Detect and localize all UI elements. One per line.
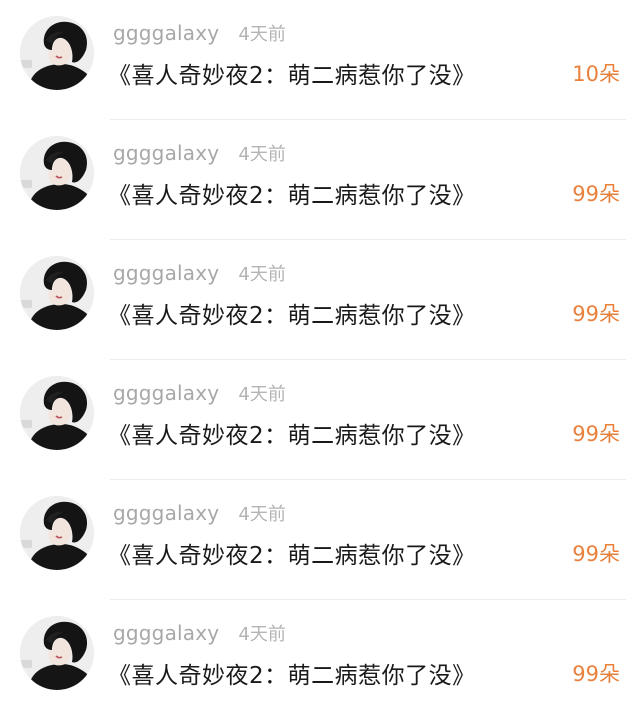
username[interactable]: ggggalaxy [113, 21, 219, 45]
flower-count: 99朵 [572, 182, 620, 206]
timestamp: 4天前 [238, 384, 286, 405]
timestamp: 4天前 [238, 624, 286, 645]
timestamp: 4天前 [238, 264, 286, 285]
username[interactable]: ggggalaxy [113, 261, 219, 285]
item-meta: ggggalaxy 4天前 [113, 380, 286, 408]
item-meta: ggggalaxy 4天前 [113, 140, 286, 168]
list-item[interactable]: ggggalaxy 4天前 《喜人奇妙夜2：萌二病惹你了没》 10朵 [0, 0, 640, 120]
avatar-icon [20, 616, 94, 690]
avatar-icon [20, 496, 94, 570]
item-meta: ggggalaxy 4天前 [113, 500, 286, 528]
timestamp: 4天前 [238, 504, 286, 525]
avatar-icon [20, 376, 94, 450]
program-title[interactable]: 《喜人奇妙夜2：萌二病惹你了没》 [108, 56, 476, 90]
program-title[interactable]: 《喜人奇妙夜2：萌二病惹你了没》 [108, 296, 476, 330]
avatar-icon [20, 16, 94, 90]
list-item[interactable]: ggggalaxy 4天前 《喜人奇妙夜2：萌二病惹你了没》 99朵 [0, 600, 640, 720]
item-meta: ggggalaxy 4天前 [113, 20, 286, 48]
flower-count: 99朵 [572, 542, 620, 566]
username[interactable]: ggggalaxy [113, 501, 219, 525]
username[interactable]: ggggalaxy [113, 381, 219, 405]
item-meta: ggggalaxy 4天前 [113, 620, 286, 648]
avatar[interactable] [20, 136, 94, 210]
flower-count: 99朵 [572, 662, 620, 686]
avatar[interactable] [20, 376, 94, 450]
avatar-icon [20, 136, 94, 210]
avatar[interactable] [20, 616, 94, 690]
program-title[interactable]: 《喜人奇妙夜2：萌二病惹你了没》 [108, 176, 476, 210]
avatar[interactable] [20, 256, 94, 330]
flower-count: 10朵 [572, 62, 620, 86]
list-item[interactable]: ggggalaxy 4天前 《喜人奇妙夜2：萌二病惹你了没》 99朵 [0, 360, 640, 480]
list-item[interactable]: ggggalaxy 4天前 《喜人奇妙夜2：萌二病惹你了没》 99朵 [0, 480, 640, 600]
username[interactable]: ggggalaxy [113, 621, 219, 645]
avatar-icon [20, 256, 94, 330]
timestamp: 4天前 [238, 24, 286, 45]
gift-record-list: ggggalaxy 4天前 《喜人奇妙夜2：萌二病惹你了没》 10朵 gggga… [0, 0, 640, 705]
item-meta: ggggalaxy 4天前 [113, 260, 286, 288]
list-item[interactable]: ggggalaxy 4天前 《喜人奇妙夜2：萌二病惹你了没》 99朵 [0, 120, 640, 240]
list-item[interactable]: ggggalaxy 4天前 《喜人奇妙夜2：萌二病惹你了没》 99朵 [0, 240, 640, 360]
program-title[interactable]: 《喜人奇妙夜2：萌二病惹你了没》 [108, 536, 476, 570]
timestamp: 4天前 [238, 144, 286, 165]
username[interactable]: ggggalaxy [113, 141, 219, 165]
flower-count: 99朵 [572, 422, 620, 446]
flower-count: 99朵 [572, 302, 620, 326]
program-title[interactable]: 《喜人奇妙夜2：萌二病惹你了没》 [108, 416, 476, 450]
avatar[interactable] [20, 16, 94, 90]
program-title[interactable]: 《喜人奇妙夜2：萌二病惹你了没》 [108, 656, 476, 690]
avatar[interactable] [20, 496, 94, 570]
